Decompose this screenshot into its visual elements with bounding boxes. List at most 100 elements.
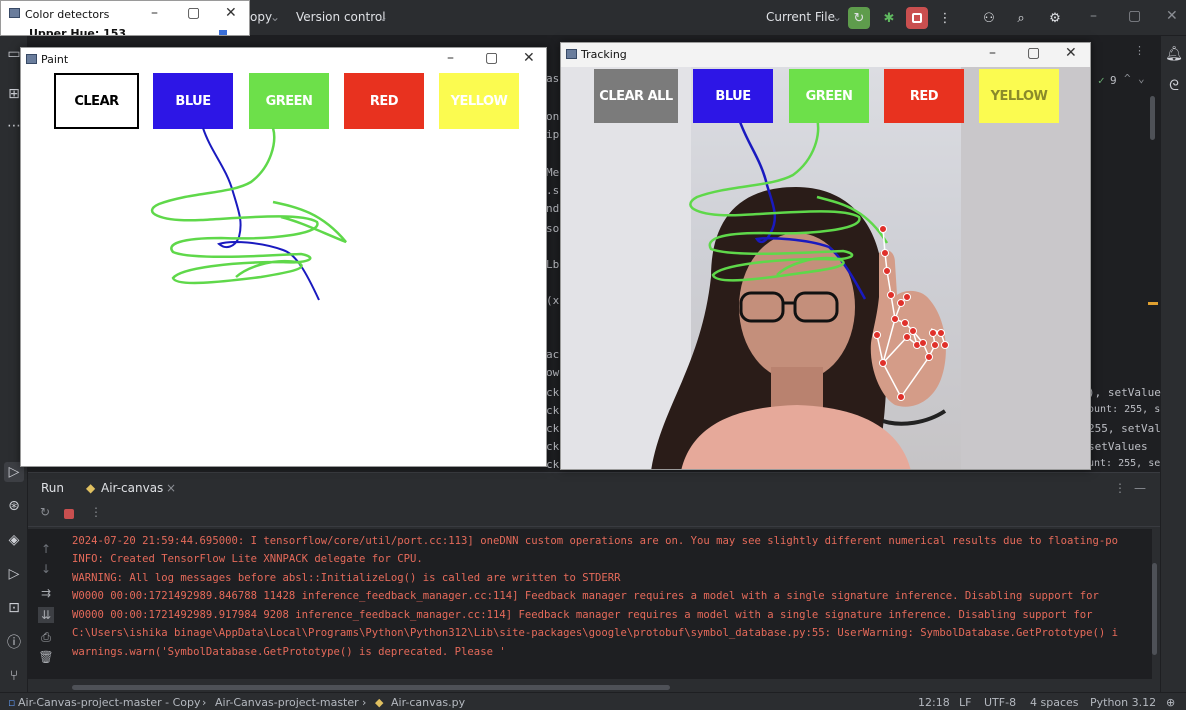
green-label: GREEN xyxy=(805,88,853,104)
layers-icon[interactable]: ◈ xyxy=(4,530,24,550)
console-side-toolbar: ↑ ↓ ⇉ ⇊ ⎙ 🗑︎ xyxy=(28,529,64,679)
console-line: W0000 00:00:1721492989.917984 9208 infer… xyxy=(72,609,1093,621)
more-actions-icon[interactable]: ⋮ xyxy=(934,7,956,29)
minimize-icon[interactable]: – xyxy=(447,50,454,66)
stop-button[interactable] xyxy=(906,7,928,29)
console-vertical-scrollbar[interactable] xyxy=(1152,563,1157,655)
green-button[interactable]: GREEN xyxy=(789,69,869,123)
code-fragment: unt: 255, se xyxy=(1088,458,1161,469)
blue-button[interactable]: BLUE xyxy=(693,69,773,123)
breadcrumb-separator: › xyxy=(202,696,207,709)
scroll-to-end-icon[interactable]: ⇊ xyxy=(38,607,54,623)
clear-all-button[interactable]: CLEAR ALL xyxy=(594,69,678,123)
person-hand xyxy=(870,250,946,407)
webcam-feed[interactable]: CLEAR ALL BLUE GREEN RED YELLOW xyxy=(561,67,1090,469)
services-icon[interactable]: ▷ xyxy=(4,564,24,584)
editor-more-icon[interactable]: ⋮ xyxy=(1134,44,1145,57)
maximize-icon[interactable]: ▢ xyxy=(187,5,200,21)
options-icon[interactable]: ⋮ xyxy=(1114,481,1126,495)
search-icon[interactable]: ⌕ xyxy=(1010,7,1032,29)
inspection-count[interactable]: 9 xyxy=(1110,74,1117,87)
menu-project-partial[interactable]: opy xyxy=(250,10,272,24)
arrow-up-icon[interactable]: ↑ xyxy=(38,541,54,557)
add-user-icon[interactable]: ⚇ xyxy=(978,7,1000,29)
run-config-tab[interactable]: Air-canvas xyxy=(101,481,163,495)
console-line: 2024-07-20 21:59:44.695000: I tensorflow… xyxy=(72,535,1118,547)
debug-bug-icon[interactable]: ✱ xyxy=(878,7,900,29)
chevron-up-icon[interactable]: ^ xyxy=(1124,72,1131,85)
tracking-titlebar: Tracking – ▢ ✕ xyxy=(561,43,1090,67)
red-button[interactable]: RED xyxy=(884,69,964,123)
close-tab-icon[interactable]: × xyxy=(166,481,176,495)
blue-label: BLUE xyxy=(715,88,751,104)
color-detectors-window: Color detectors – ▢ ✕ Upper Hue: 153 xyxy=(0,0,250,36)
git-icon[interactable]: ⑂ xyxy=(4,666,24,686)
paint-titlebar: Paint – ▢ ✕ xyxy=(21,48,546,72)
window-title: Color detectors xyxy=(25,8,110,21)
paint-canvas[interactable]: CLEAR BLUE GREEN RED YELLOW xyxy=(21,72,546,466)
editor-warning-marker[interactable] xyxy=(1148,302,1158,305)
yellow-button[interactable]: YELLOW xyxy=(979,69,1059,123)
breadcrumb-project[interactable]: Air-Canvas-project-master - Copy xyxy=(18,696,201,709)
python-interpreter[interactable]: Python 3.12 xyxy=(1090,696,1156,709)
terminal-icon[interactable]: ⊡ xyxy=(4,598,24,618)
green-stroke xyxy=(150,127,347,285)
minimize-icon[interactable]: – xyxy=(151,5,158,21)
problems-icon[interactable]: ⓘ xyxy=(4,632,24,652)
window-app-icon xyxy=(566,49,577,59)
close-icon[interactable]: ✕ xyxy=(225,5,237,21)
code-fragment: ck xyxy=(546,458,560,471)
status-bar: ▫ Air-Canvas-project-master - Copy › Air… xyxy=(0,692,1186,710)
hide-panel-icon[interactable]: — xyxy=(1134,481,1146,495)
rerun-icon[interactable]: ↻ xyxy=(40,505,50,519)
close-icon[interactable]: ✕ xyxy=(1065,45,1077,61)
close-icon[interactable]: ✕ xyxy=(523,50,535,66)
python-console-icon[interactable]: ⊛ xyxy=(4,496,24,516)
close-icon[interactable]: ✕ xyxy=(1166,8,1178,24)
notifications-bell-icon[interactable]: 🔔︎ xyxy=(1164,44,1184,64)
paint-window: Paint – ▢ ✕ CLEAR BLUE GREEN RED YELLOW xyxy=(20,47,547,467)
settings-gear-icon[interactable]: ⚙ xyxy=(1044,7,1066,29)
maximize-icon[interactable]: ▢ xyxy=(485,50,498,66)
breadcrumb-folder[interactable]: Air-Canvas-project-master xyxy=(215,696,359,709)
wall-right xyxy=(961,67,1090,469)
cursor-position[interactable]: 12:18 xyxy=(918,696,950,709)
arrow-down-icon[interactable]: ↓ xyxy=(38,561,54,577)
trackbar-thumb[interactable] xyxy=(219,30,227,35)
window-app-icon xyxy=(26,54,37,64)
paint-strokes xyxy=(150,127,347,301)
print-icon[interactable]: ⎙ xyxy=(38,629,54,645)
console-output[interactable]: 2024-07-20 21:59:44.695000: I tensorflow… xyxy=(64,529,1152,679)
chevron-down-icon[interactable]: ⌄ xyxy=(270,10,280,24)
code-fragment: ck xyxy=(546,422,560,435)
trash-icon[interactable]: 🗑︎ xyxy=(38,649,54,665)
more-icon[interactable]: ⋮ xyxy=(90,505,102,519)
editor-scrollbar[interactable] xyxy=(1150,96,1155,140)
chevron-down-icon[interactable]: ⌄ xyxy=(832,10,842,24)
module-icon: ▫ xyxy=(8,696,16,709)
ai-assistant-icon[interactable]: ᘓ xyxy=(1164,76,1184,96)
chevron-down-icon[interactable]: ⌄ xyxy=(1138,72,1145,85)
run-config-selector[interactable]: Current File xyxy=(766,10,835,24)
maximize-icon[interactable]: ▢ xyxy=(1128,8,1141,24)
python-file-icon: ◆ xyxy=(375,696,384,709)
chevron-down-icon[interactable]: ⌄ xyxy=(378,10,388,24)
stop-icon[interactable] xyxy=(64,509,74,519)
console-horizontal-scrollbar[interactable] xyxy=(72,685,670,690)
soft-wrap-icon[interactable]: ⇉ xyxy=(38,585,54,601)
run-tab-title[interactable]: Run xyxy=(41,481,64,495)
line-ending[interactable]: LF xyxy=(959,696,971,709)
lock-icon[interactable]: ⊕ xyxy=(1166,696,1175,709)
breadcrumb-file[interactable]: Air-canvas.py xyxy=(391,696,465,709)
minimize-icon[interactable]: – xyxy=(1090,8,1097,24)
minimize-icon[interactable]: – xyxy=(989,45,996,61)
rerun-icon[interactable]: ↻ xyxy=(848,7,870,29)
maximize-icon[interactable]: ▢ xyxy=(1027,45,1040,61)
file-encoding[interactable]: UTF-8 xyxy=(984,696,1016,709)
code-fragment: ac xyxy=(546,348,560,361)
console-line[interactable]: C:\Users\ishika binage\AppData\Local\Pro… xyxy=(72,627,1118,639)
indent-setting[interactable]: 4 spaces xyxy=(1030,696,1079,709)
version-control-menu[interactable]: Version control xyxy=(296,10,386,24)
console-line: WARNING: All log messages before absl::I… xyxy=(72,572,621,584)
trackbar-label: Upper Hue: 153 xyxy=(29,27,127,36)
